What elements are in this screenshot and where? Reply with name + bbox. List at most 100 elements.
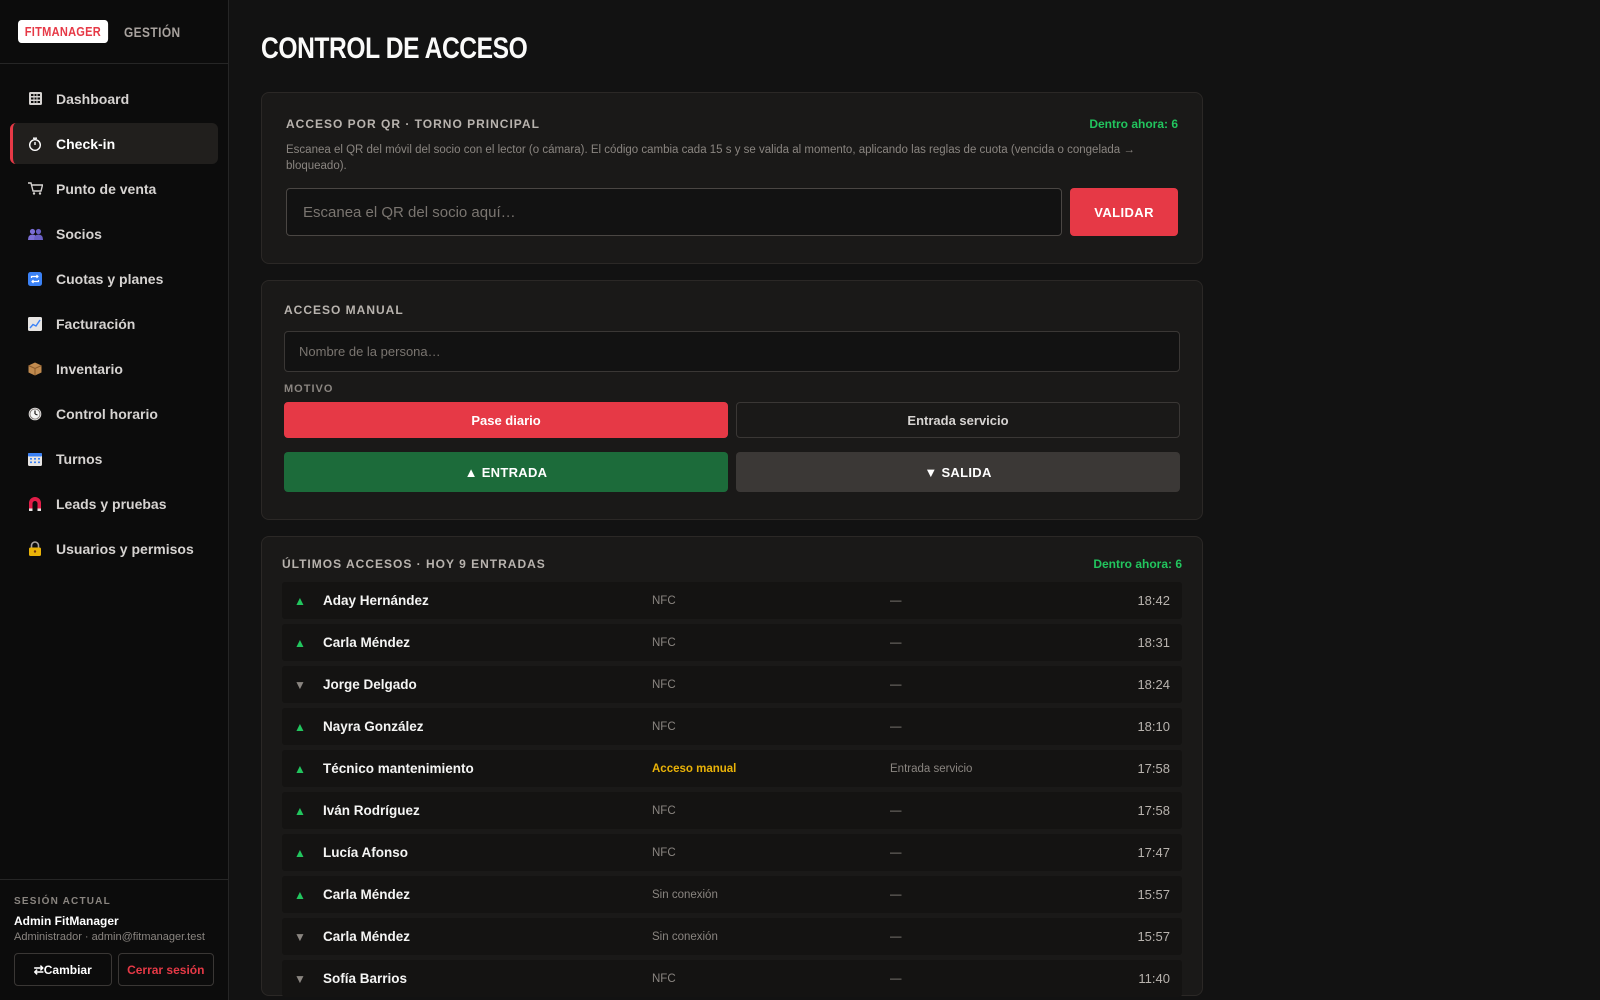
sidebar-item-label: Check-in — [56, 135, 116, 152]
sidebar-item-usuarios-y-permisos[interactable]: Usuarios y permisos — [10, 528, 218, 569]
calendar-icon — [26, 450, 44, 468]
row-name: Nayra González — [323, 719, 424, 734]
table-row[interactable]: ▲ Iván Rodríguez NFC — 17:58 — [282, 792, 1182, 829]
entry-arrow-icon: ▲ — [294, 719, 306, 734]
table-row[interactable]: ▲ Carla Méndez NFC — 18:31 — [282, 624, 1182, 661]
row-name: Carla Méndez — [323, 635, 411, 650]
sidebar-item-check-in[interactable]: Check-in — [10, 123, 218, 164]
qr-input[interactable] — [286, 188, 1063, 236]
row-note: — — [890, 888, 902, 901]
entry-arrow-icon: ▲ — [294, 593, 306, 608]
magnet-icon — [26, 495, 44, 513]
sidebar-item-punto-de-venta[interactable]: Punto de venta — [10, 168, 218, 209]
brand-logo[interactable]: FITMANAGER — [18, 20, 108, 43]
logout-button[interactable]: Cerrar sesión — [117, 953, 214, 986]
people-icon — [26, 225, 44, 243]
entry-button[interactable]: ▲ ENTRADA — [284, 452, 728, 492]
brand: FITMANAGER GESTIÓN — [0, 0, 228, 64]
sidebar-item-cuotas-y-planes[interactable]: Cuotas y planes — [10, 258, 218, 299]
sidebar-item-label: Usuarios y permisos — [56, 540, 194, 557]
recent-access-card: ÚLTIMOS ACCESOS · HOY 9 ENTRADAS Dentro … — [261, 536, 1203, 997]
exit-arrow-icon: ▼ — [294, 929, 306, 944]
row-time: 18:24 — [1137, 677, 1170, 692]
row-time: 15:57 — [1137, 929, 1170, 944]
row-source: NFC — [652, 972, 676, 985]
sidebar-item-label: Facturación — [56, 315, 136, 332]
row-time: 17:47 — [1137, 845, 1170, 860]
switch-user-button[interactable]: ⇄Cambiar — [14, 953, 112, 986]
row-source: Sin conexión — [652, 888, 718, 901]
person-name-input[interactable] — [284, 331, 1180, 372]
table-row[interactable]: ▼ Sofía Barrios NFC — 11:40 — [282, 960, 1182, 997]
row-name: Técnico mantenimiento — [323, 761, 474, 776]
table-row[interactable]: ▼ Carla Méndez Sin conexión — 15:57 — [282, 918, 1182, 955]
row-source: Sin conexión — [652, 930, 718, 943]
sidebar-item-label: Socios — [56, 225, 102, 242]
row-name: Iván Rodríguez — [323, 803, 420, 818]
sidebar-item-label: Control horario — [56, 405, 158, 422]
sidebar-item-label: Punto de venta — [56, 180, 157, 197]
sidebar-item-facturacion[interactable]: Facturación — [10, 303, 218, 344]
row-time: 18:42 — [1137, 593, 1170, 608]
row-time: 18:31 — [1137, 635, 1170, 650]
row-note: — — [890, 678, 902, 691]
exit-button[interactable]: ▼ SALIDA — [736, 452, 1180, 492]
row-note: — — [890, 972, 902, 985]
sidebar-item-label: Dashboard — [56, 90, 130, 107]
row-time: 15:57 — [1137, 887, 1170, 902]
row-source: NFC — [652, 720, 676, 733]
row-name: Aday Hernández — [323, 593, 429, 608]
qr-description: Escanea el QR del móvil del socio con el… — [286, 144, 1135, 172]
sidebar-item-dashboard[interactable]: Dashboard — [10, 78, 218, 119]
qr-access-card: ACCESO POR QR · TORNO PRINCIPAL Dentro a… — [261, 92, 1203, 264]
table-row[interactable]: ▲ Lucía Afonso NFC — 17:47 — [282, 834, 1182, 871]
table-row[interactable]: ▼ Jorge Delgado NFC — 18:24 — [282, 666, 1182, 703]
session-label: SESIÓN ACTUAL — [14, 896, 111, 907]
brand-section: GESTIÓN — [123, 23, 181, 40]
sidebar-item-label: Cuotas y planes — [56, 270, 164, 287]
row-source: NFC — [652, 594, 676, 607]
sidebar: FITMANAGER GESTIÓN Dashboard Check-in Pu… — [0, 0, 229, 1000]
reason-service-entry-button[interactable]: Entrada servicio — [736, 402, 1180, 438]
row-source: NFC — [652, 678, 676, 691]
validate-button[interactable]: VALIDAR — [1070, 188, 1178, 236]
entry-arrow-icon: ▲ — [294, 761, 306, 776]
sidebar-item-inventario[interactable]: Inventario — [10, 348, 218, 389]
sidebar-item-label: Turnos — [56, 450, 103, 467]
row-note: — — [890, 636, 902, 649]
table-row[interactable]: ▲ Carla Méndez Sin conexión — 15:57 — [282, 876, 1182, 913]
row-name: Carla Méndez — [323, 929, 411, 944]
inside-count: Dentro ahora: 6 — [1093, 557, 1182, 571]
entry-arrow-icon: ▲ — [294, 803, 306, 818]
lock-icon — [26, 540, 44, 558]
qr-card-title: ACCESO POR QR · TORNO PRINCIPAL — [286, 117, 540, 131]
row-source: Acceso manual — [652, 762, 737, 775]
row-time: 11:40 — [1138, 971, 1170, 986]
table-row[interactable]: ▲ Nayra González NFC — 18:10 — [282, 708, 1182, 745]
repeat-icon — [26, 270, 44, 288]
stopwatch-icon — [26, 135, 44, 153]
sidebar-item-turnos[interactable]: Turnos — [10, 438, 218, 479]
row-source: NFC — [652, 846, 676, 859]
table-row[interactable]: ▲ Aday Hernández NFC — 18:42 — [282, 582, 1182, 619]
reason-daily-pass-button[interactable]: Pase diario — [284, 402, 728, 438]
grid-icon — [26, 90, 44, 108]
inside-count: Dentro ahora: 6 — [1089, 117, 1178, 131]
entry-arrow-icon: ▲ — [294, 887, 306, 902]
session-panel: SESIÓN ACTUAL Admin FitManager Administr… — [0, 879, 228, 1000]
main-content: CONTROL DE ACCESO ACCESO POR QR · TORNO … — [229, 0, 1600, 1000]
manual-access-card: ACCESO MANUAL MOTIVO Pase diario Entrada… — [261, 280, 1203, 520]
sidebar-item-control-horario[interactable]: Control horario — [10, 393, 218, 434]
row-time: 17:58 — [1137, 803, 1170, 818]
row-time: 18:10 — [1137, 719, 1170, 734]
table-row[interactable]: ▲ Técnico mantenimiento Acceso manual En… — [282, 750, 1182, 787]
row-note: — — [890, 804, 902, 817]
sidebar-item-leads-y-pruebas[interactable]: Leads y pruebas — [10, 483, 218, 524]
row-note: — — [890, 720, 902, 733]
log-card-title: ÚLTIMOS ACCESOS · HOY 9 ENTRADAS — [282, 557, 546, 571]
sidebar-item-label: Leads y pruebas — [56, 495, 167, 512]
sidebar-item-label: Inventario — [56, 360, 123, 377]
sidebar-item-socios[interactable]: Socios — [10, 213, 218, 254]
row-note: — — [890, 930, 902, 943]
clock-icon — [26, 405, 44, 423]
